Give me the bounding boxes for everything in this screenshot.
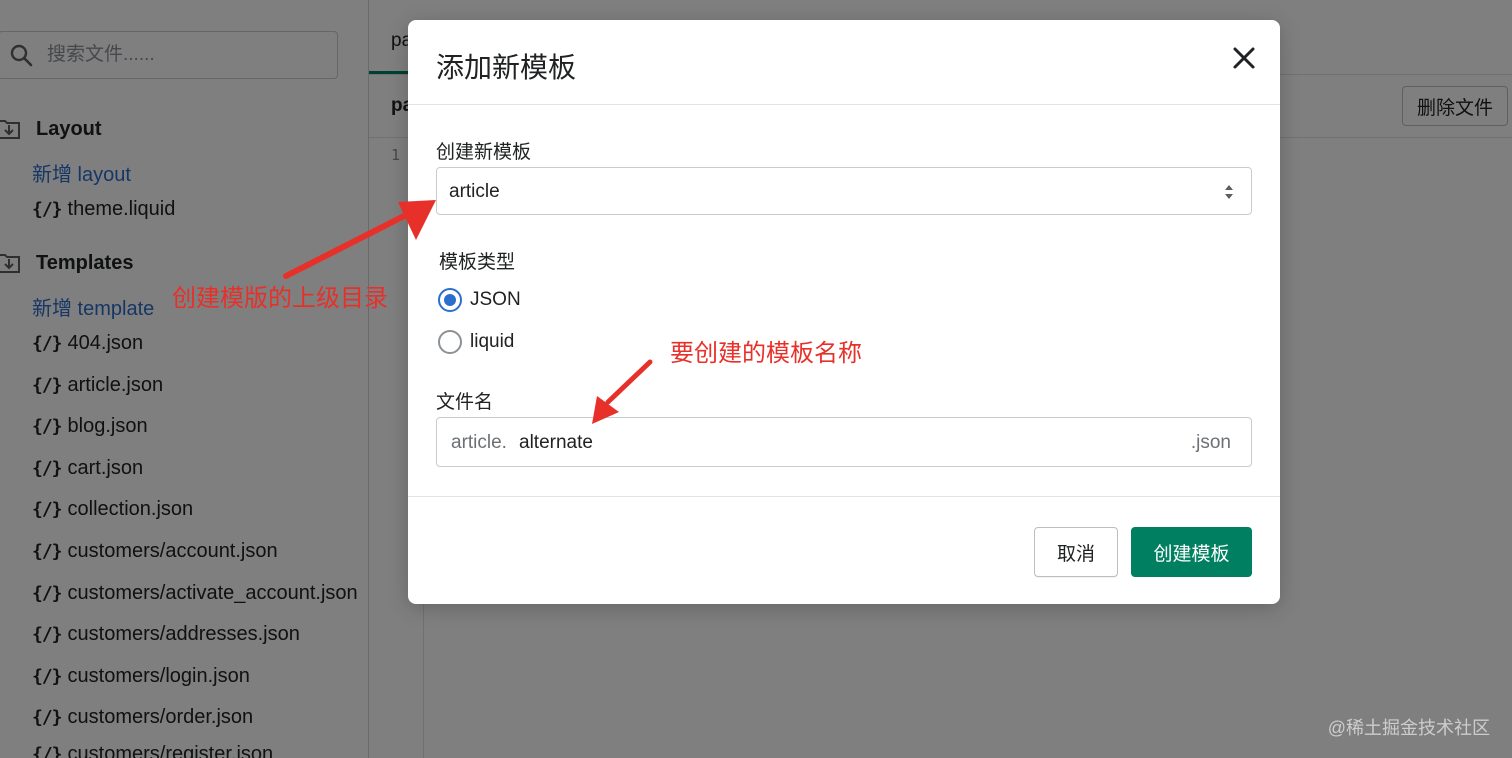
template-type-label: 模板类型: [439, 252, 516, 273]
add-template-modal: 添加新模板 创建新模板 article 模板类型 JSON liquid 文件名…: [408, 20, 1280, 604]
radio-option-json[interactable]: JSON: [438, 288, 521, 312]
modal-title: 添加新模板: [436, 52, 577, 83]
modal-header: 添加新模板: [408, 20, 1280, 105]
cancel-button[interactable]: 取消: [1034, 527, 1118, 577]
filename-suffix: .json: [1190, 432, 1231, 453]
select-arrows-icon: [1225, 185, 1233, 199]
modal-footer: 取消 创建模板: [408, 496, 1280, 605]
annotation-template-name: 要创建的模板名称: [670, 340, 862, 367]
select-value: article: [449, 181, 500, 202]
create-template-button[interactable]: 创建模板: [1131, 527, 1252, 577]
radio-unchecked[interactable]: [438, 330, 462, 354]
radio-option-liquid[interactable]: liquid: [438, 330, 514, 354]
radio-label: liquid: [470, 331, 515, 352]
radio-label: JSON: [470, 289, 521, 310]
filename-input[interactable]: alternate: [519, 432, 593, 454]
watermark: @稀土掘金技术社区: [1327, 718, 1490, 738]
template-source-select[interactable]: article: [436, 167, 1252, 215]
radio-checked[interactable]: [438, 288, 462, 312]
annotation-parent-dir: 创建模版的上级目录: [172, 285, 388, 312]
filename-label: 文件名: [436, 392, 494, 413]
create-from-label: 创建新模板: [436, 142, 532, 163]
filename-field[interactable]: article. alternate .json: [436, 417, 1252, 467]
close-icon[interactable]: [1230, 44, 1258, 72]
filename-prefix: article.: [451, 432, 507, 453]
